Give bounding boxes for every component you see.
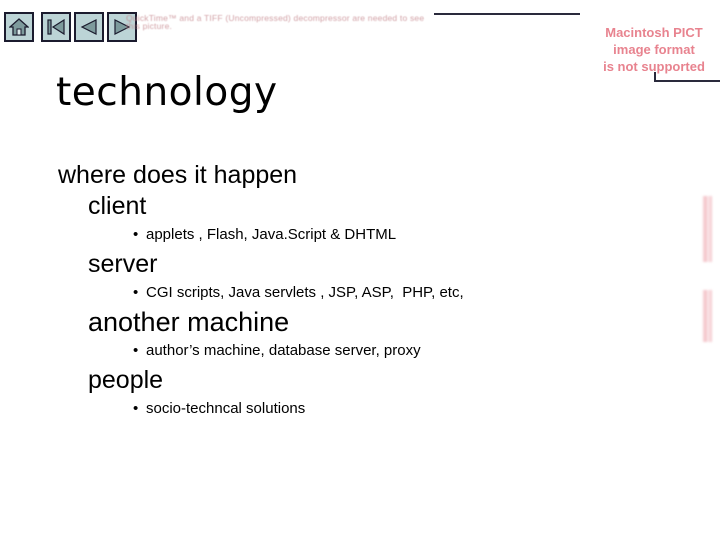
outline-heading-level-2: people bbox=[88, 366, 164, 394]
outline-heading-level-1: where does it happen bbox=[58, 161, 298, 189]
pict-message-line-1: Macintosh PICT bbox=[605, 25, 703, 40]
outline-bullet-label: author’s machine, database server, proxy bbox=[146, 342, 421, 359]
pict-corner-bracket bbox=[654, 72, 720, 82]
outline-bullet: • author’s machine, database server, prox… bbox=[0, 338, 720, 364]
bullet-dot-icon: • bbox=[133, 400, 139, 417]
outline-bullet-label: applets , Flash, Java.Script & DHTML bbox=[146, 226, 397, 243]
placeholder-rule bbox=[434, 13, 580, 15]
outline-bullet-label: socio-techncal solutions bbox=[146, 400, 306, 417]
outline-bullet: • CGI scripts, Java servlets , JSP, ASP, … bbox=[0, 280, 720, 306]
back-button[interactable] bbox=[74, 12, 104, 42]
page-title: technology bbox=[56, 70, 278, 115]
first-page-icon bbox=[46, 17, 66, 37]
outline-bullet: • socio-techncal solutions bbox=[0, 396, 720, 422]
outline-heading-level-2: another machine bbox=[88, 307, 290, 337]
outline-heading-level-2: client bbox=[88, 192, 147, 220]
outline-heading-level-2: server bbox=[88, 250, 158, 278]
bullet-dot-icon: • bbox=[133, 284, 139, 301]
home-button[interactable] bbox=[4, 12, 34, 42]
bracket-horizontal-segment bbox=[654, 80, 720, 82]
bullet-dot-icon: • bbox=[133, 342, 139, 359]
first-button[interactable] bbox=[41, 12, 71, 42]
home-icon bbox=[9, 17, 29, 37]
outline-bullet: • applets , Flash, Java.Script & DHTML bbox=[0, 222, 720, 248]
pict-unsupported-message: Macintosh PICT image format is not suppo… bbox=[588, 24, 720, 75]
pict-message-line-2: image format bbox=[613, 42, 695, 57]
bullet-dot-icon: • bbox=[133, 226, 139, 243]
slide-content: where does it happen client • applets , Fla… bbox=[0, 160, 720, 422]
previous-icon bbox=[79, 17, 99, 37]
quicktime-placeholder-text: QuickTime™ and a TIFF (Uncompressed) dec… bbox=[126, 14, 425, 31]
outline-bullet-label: CGI scripts, Java servlets , JSP, ASP, P… bbox=[146, 284, 464, 301]
